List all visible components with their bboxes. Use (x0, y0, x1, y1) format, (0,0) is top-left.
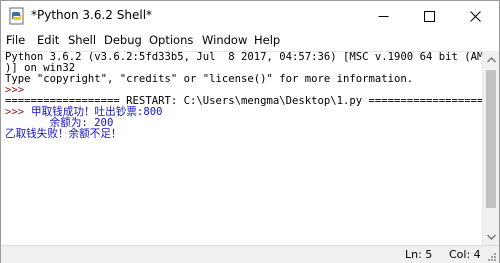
python-shell-icon (8, 7, 26, 25)
window-title: *Python 3.6.2 Shell* (31, 8, 153, 22)
menu-file[interactable]: File (6, 33, 25, 47)
chevron-down-icon (487, 234, 496, 240)
shell-output-line: 乙取钱失败！余额不足！ (5, 128, 122, 140)
shell-line-banner: Python 3.6.2 (v3.6.2:5fd33b5, Jul 8 2017… (5, 51, 482, 63)
menu-options[interactable]: Options (149, 33, 193, 47)
idle-shell-window: *Python 3.6.2 Shell* File Edit Shell Deb… (0, 0, 500, 263)
maximize-icon (424, 10, 435, 22)
status-line-number: Ln: 5 (405, 248, 433, 261)
maximize-button[interactable] (407, 1, 452, 31)
menu-debug[interactable]: Debug (104, 33, 142, 47)
menu-edit[interactable]: Edit (37, 33, 59, 47)
menu-window[interactable]: Window (202, 33, 247, 47)
minimize-button[interactable] (361, 1, 406, 31)
scrollbar-thumb[interactable] (486, 70, 496, 208)
close-button[interactable] (453, 1, 498, 31)
status-column-number: Col: 4 (449, 248, 481, 261)
status-bar: Ln: 5 Col: 4 (1, 245, 499, 263)
shell-line-info: Type "copyright", "credits" or "license(… (5, 73, 414, 85)
chevron-up-icon (487, 56, 496, 62)
menu-bar: File Edit Shell Debug Options Window Hel… (1, 31, 499, 51)
title-bar[interactable]: *Python 3.6.2 Shell* (1, 1, 499, 31)
resize-grip-icon[interactable] (487, 252, 497, 262)
vertical-scrollbar[interactable] (482, 51, 499, 245)
minimize-icon (378, 15, 389, 17)
shell-text-area[interactable]: Python 3.6.2 (v3.6.2:5fd33b5, Jul 8 2017… (2, 51, 482, 245)
menu-shell[interactable]: Shell (68, 33, 96, 47)
scroll-up-button[interactable] (483, 51, 500, 68)
menu-help[interactable]: Help (254, 33, 280, 47)
close-icon (470, 10, 481, 22)
scroll-down-button[interactable] (483, 228, 500, 245)
